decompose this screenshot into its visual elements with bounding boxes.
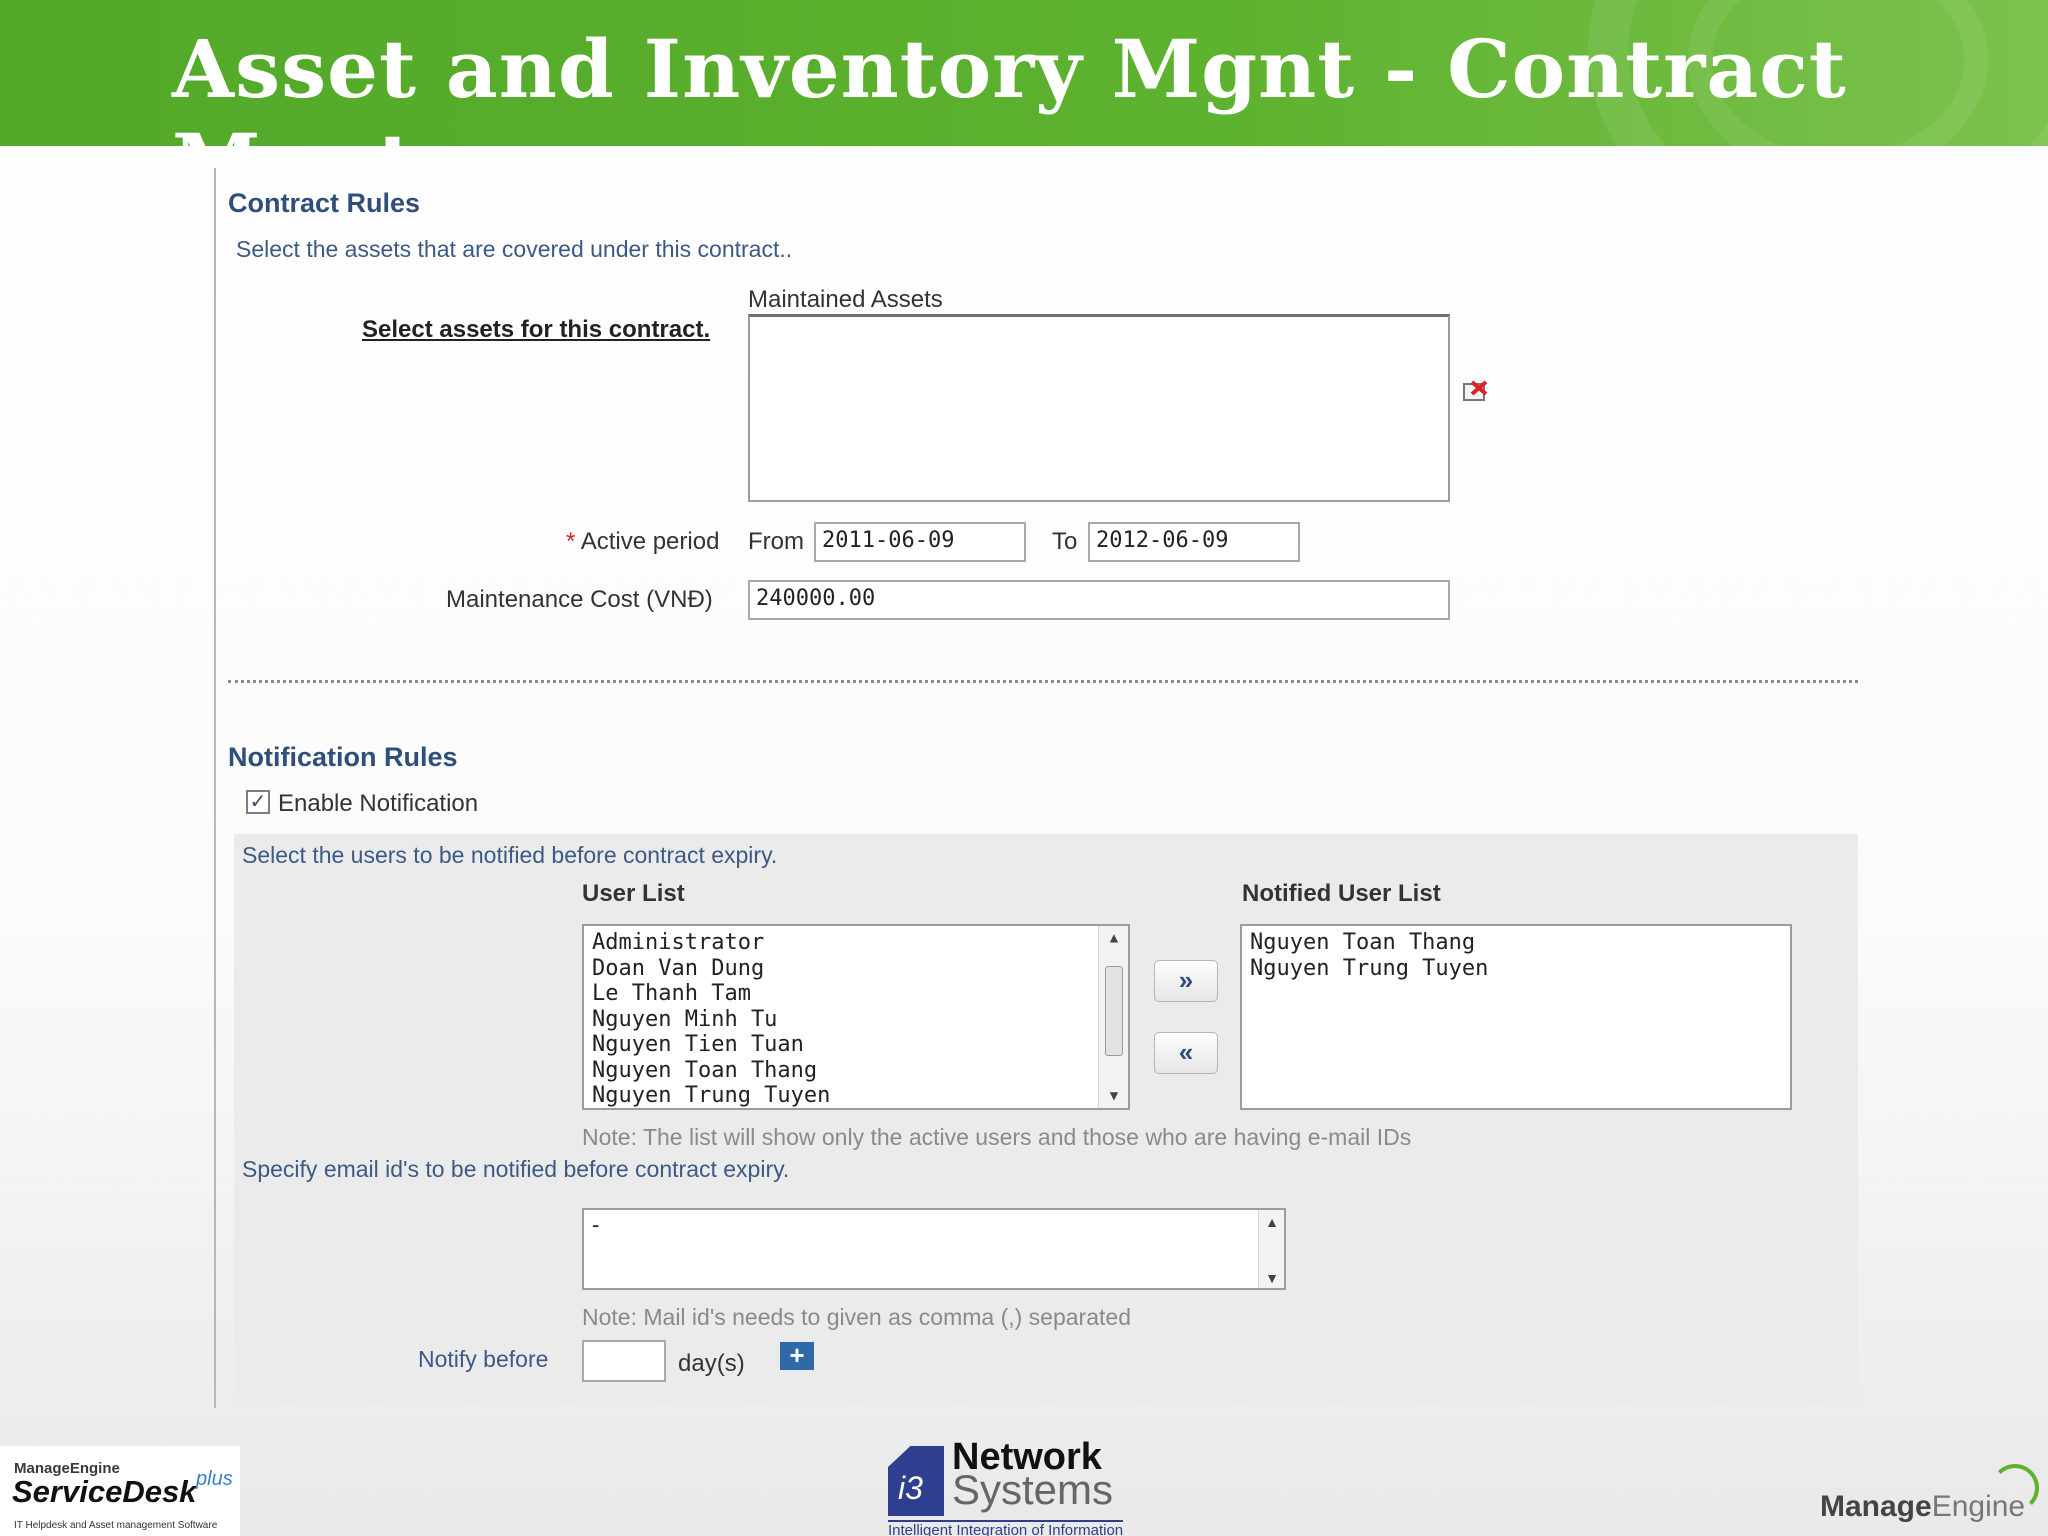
logo-arc-icon [1991, 1464, 2040, 1512]
notified-list-item[interactable]: Nguyen Toan Thang [1242, 930, 1790, 956]
logo-tagline: IT Helpdesk and Asset management Softwar… [14, 1520, 218, 1531]
email-instruction-text: Specify email id's to be notified before… [242, 1156, 790, 1182]
network-systems-logo: i3 Network Systems Intelligent Integrati… [888, 1436, 1158, 1536]
user-list[interactable]: ▲ ▼ Administrator Doan Van Dung Le Thanh T… [582, 924, 1130, 1110]
logo-mark-text: i3 [898, 1470, 923, 1506]
user-list-item[interactable]: Nguyen Toan Thang [584, 1058, 1128, 1084]
scroll-thumb[interactable] [1105, 966, 1123, 1056]
user-list-title: User List [582, 880, 685, 907]
notified-user-list[interactable]: Nguyen Toan Thang Nguyen Trung Tuyen [1240, 924, 1792, 1110]
email-input[interactable]: - ▲ ▼ [582, 1208, 1286, 1290]
maintained-assets-label: Maintained Assets [748, 286, 943, 313]
contract-rules-subtitle: Select the assets that are covered under… [236, 236, 793, 262]
logo-tagline: Intelligent Integration of Information [888, 1520, 1124, 1536]
days-label: day(s) [678, 1350, 745, 1377]
maintenance-cost-label: Maintenance Cost (VNĐ) [446, 586, 713, 613]
add-user-button[interactable]: » [1154, 960, 1218, 1002]
maintenance-cost-input[interactable]: 240000.00 [748, 580, 1450, 620]
notify-before-input[interactable] [582, 1340, 666, 1382]
notification-settings-area: Select the users to be notified before c… [234, 834, 1858, 1404]
enable-notification-label: Enable Notification [278, 790, 479, 817]
select-assets-link[interactable]: Select assets for this contract. [362, 316, 710, 344]
scroll-up-icon[interactable]: ▲ [1099, 930, 1129, 946]
scroll-down-icon[interactable]: ▼ [1259, 1270, 1285, 1286]
email-note: Note: Mail id's needs to given as comma … [582, 1304, 1131, 1330]
contract-rules-title: Contract Rules [228, 188, 421, 218]
panel-divider [214, 168, 216, 1408]
from-label: From [748, 528, 804, 555]
enable-notification-checkbox[interactable]: ✓ [246, 790, 270, 814]
maintained-assets-list[interactable] [748, 314, 1450, 502]
notify-before-label: Notify before [418, 1346, 549, 1372]
add-reminder-button[interactable]: + [780, 1342, 814, 1370]
manageengine-logo: ManageEngine [1820, 1464, 2040, 1524]
logo-product-text: ServiceDesk [12, 1474, 197, 1509]
notification-rules-title: Notification Rules [228, 742, 458, 772]
logo-plus-text: plus [196, 1468, 233, 1490]
remove-user-button[interactable]: « [1154, 1032, 1218, 1074]
section-separator [228, 680, 1858, 683]
user-list-item[interactable]: Nguyen Tien Tuan [584, 1032, 1128, 1058]
email-scrollbar[interactable]: ▲ ▼ [1258, 1210, 1284, 1288]
user-list-item[interactable]: Nguyen Minh Tu [584, 1007, 1128, 1033]
scroll-up-icon[interactable]: ▲ [1259, 1214, 1285, 1230]
user-list-item[interactable]: Le Thanh Tam [584, 981, 1128, 1007]
notified-list-item[interactable]: Nguyen Trung Tuyen [1242, 956, 1790, 982]
to-label: To [1052, 528, 1078, 555]
logo-systems-text: Systems [952, 1466, 1114, 1513]
notified-list-title: Notified User List [1242, 880, 1441, 907]
slide-footer: ManageEngine ServiceDesk plus IT Helpdes… [0, 1436, 2048, 1536]
remove-icon[interactable] [1462, 378, 1490, 404]
active-period-label: * Active period [566, 528, 719, 556]
slide-title: Asset and Inventory Mgnt - Contract Mgnt [172, 22, 1847, 146]
required-mark: * [566, 528, 576, 555]
contract-form-panel: Contract Rules Select the assets that ar… [214, 168, 1858, 1408]
active-period-text: Active period [580, 528, 720, 555]
select-users-text: Select the users to be notified before c… [242, 842, 778, 868]
servicedesk-plus-logo: ManageEngine ServiceDesk plus IT Helpdes… [0, 1446, 240, 1536]
user-list-item[interactable]: Administrator [584, 930, 1128, 956]
user-list-scrollbar[interactable]: ▲ ▼ [1098, 926, 1128, 1108]
scroll-down-icon[interactable]: ▼ [1099, 1088, 1129, 1104]
slide-banner: Asset and Inventory Mgnt - Contract Mgnt [0, 0, 2048, 146]
to-date-input[interactable]: 2012-06-09 [1088, 522, 1300, 562]
logo-manage-text: Manage [1820, 1490, 1932, 1523]
user-list-note: Note: The list will show only the active… [582, 1124, 1412, 1150]
user-list-item[interactable]: Nguyen Trung Tuyen [584, 1083, 1128, 1109]
user-list-item[interactable]: Doan Van Dung [584, 956, 1128, 982]
email-input-value: - [592, 1212, 600, 1237]
from-date-input[interactable]: 2011-06-09 [814, 522, 1026, 562]
